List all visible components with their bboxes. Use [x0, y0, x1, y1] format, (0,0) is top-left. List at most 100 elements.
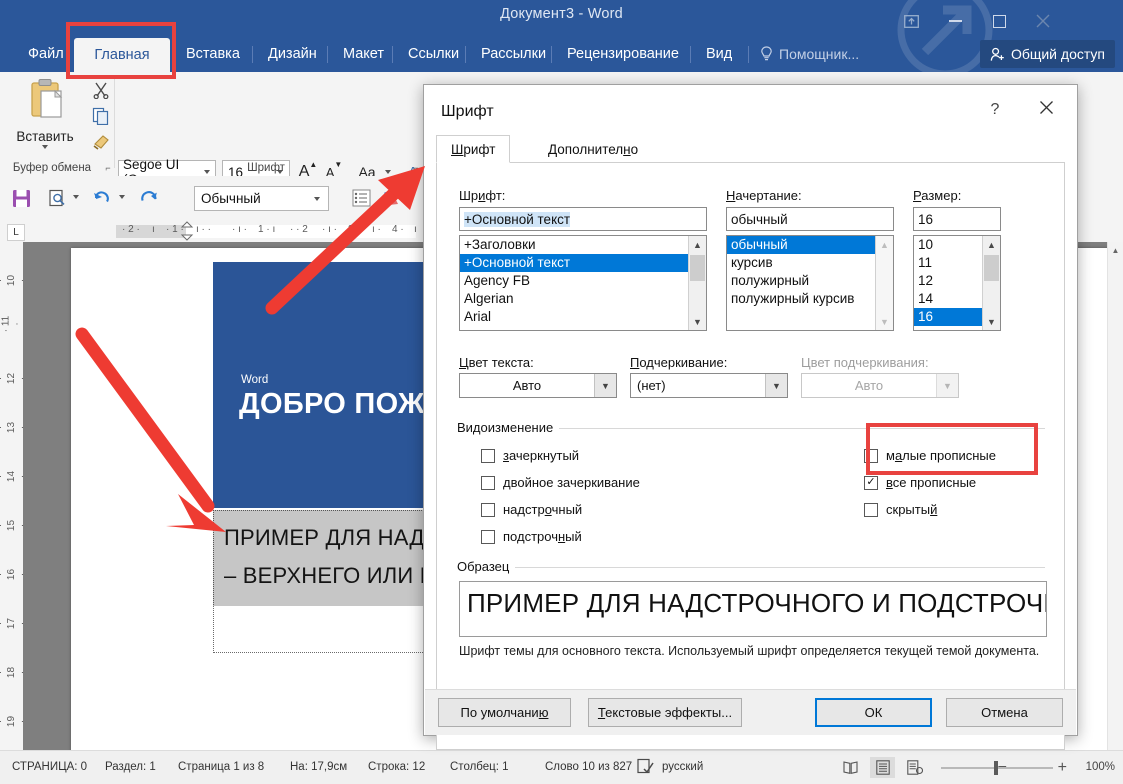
undo-caret-icon[interactable]	[116, 187, 128, 207]
dialog-tab-font[interactable]: Шрифт	[436, 135, 511, 163]
list-item[interactable]: +Заголовки	[460, 236, 706, 254]
checkbox-box[interactable]: ✓	[864, 475, 878, 490]
ribbon-display-options-icon[interactable]	[889, 8, 933, 34]
checkbox-double-strikethrough[interactable]: двойное зачеркивание	[481, 475, 640, 490]
font-size-input[interactable]: 16	[913, 207, 1001, 231]
list-item[interactable]: полужирный	[727, 272, 893, 290]
zoom-slider-thumb[interactable]	[994, 761, 998, 775]
font-size-listbox[interactable]: 10 11 12 14 16 ▲ ▼	[913, 235, 1001, 331]
scroll-thumb[interactable]	[690, 255, 705, 281]
print-preview-caret-icon[interactable]	[70, 187, 82, 207]
scroll-thumb[interactable]	[984, 255, 999, 281]
indent-markers-icon[interactable]	[180, 221, 194, 242]
list-item[interactable]: Arial	[460, 308, 706, 326]
underline-style-caret-icon[interactable]: ▼	[765, 374, 787, 397]
vertical-ruler[interactable]: · 10 ·· 11 ·· 12 ·· 13 ·· 14 ·· 15 ·· 16…	[0, 242, 28, 750]
font-list-scrollbar[interactable]: ▲ ▼	[688, 236, 706, 330]
font-name-input[interactable]: +Основной текст	[459, 207, 707, 231]
status-page-of[interactable]: Страница 1 из 8	[178, 761, 264, 773]
save-icon[interactable]	[8, 185, 34, 211]
list-item[interactable]: +Основной текст	[460, 254, 706, 272]
checkbox-box[interactable]	[864, 502, 878, 517]
checkbox-strikethrough[interactable]: зачеркнутый	[481, 448, 579, 463]
checkbox-box[interactable]	[481, 448, 495, 463]
clipboard-dialog-launcher-icon[interactable]: ⌐	[102, 162, 114, 174]
cut-icon[interactable]	[88, 78, 114, 102]
proofing-errors-icon[interactable]	[637, 758, 654, 778]
list-item[interactable]: Agency FB	[460, 272, 706, 290]
tab-references[interactable]: Ссылки	[396, 36, 471, 72]
ok-button[interactable]: ОК	[815, 698, 932, 727]
status-position[interactable]: На: 17,9см	[290, 761, 347, 773]
dialog-tab-advanced[interactable]: Дополнително	[534, 135, 652, 163]
scroll-up-icon[interactable]: ▲	[876, 236, 893, 253]
percent-icon[interactable]: %	[378, 185, 404, 211]
close-button[interactable]	[1021, 8, 1065, 34]
status-page-caps[interactable]: СТРАНИЦА: 0	[12, 761, 87, 773]
checkbox-box[interactable]	[481, 529, 495, 544]
zoom-in-button[interactable]: +	[1058, 759, 1067, 777]
scroll-down-icon[interactable]: ▼	[689, 313, 706, 330]
style-combo[interactable]: Обычный	[194, 186, 329, 211]
tab-mailings[interactable]: Рассылки	[469, 36, 558, 72]
tab-view[interactable]: Вид	[694, 36, 744, 72]
scroll-down-icon[interactable]: ▼	[876, 313, 893, 330]
text-color-combo[interactable]: Авто ▼	[459, 373, 617, 398]
redo-icon[interactable]	[136, 185, 162, 211]
list-item[interactable]: курсив	[727, 254, 893, 272]
tab-design[interactable]: Дизайн	[256, 36, 329, 72]
status-line[interactable]: Строка: 12	[368, 761, 425, 773]
help-icon[interactable]: ?	[985, 101, 1005, 119]
web-layout-icon[interactable]	[902, 757, 927, 778]
list-item[interactable]: обычный	[727, 236, 893, 254]
scroll-up-icon[interactable]: ▲	[689, 236, 706, 253]
maximize-button[interactable]	[977, 8, 1021, 34]
dialog-close-icon[interactable]	[1035, 99, 1057, 120]
tab-stop-selector[interactable]: L	[7, 224, 25, 241]
list-item[interactable]: Algerian	[460, 290, 706, 308]
status-language[interactable]: русский	[662, 761, 703, 773]
scroll-down-icon[interactable]: ▼	[983, 313, 1000, 330]
text-effects-button[interactable]: Текстовые эффекты...	[588, 698, 742, 727]
checkbox-all-caps[interactable]: ✓ все прописные	[864, 475, 976, 490]
status-words[interactable]: Слово 10 из 827	[545, 761, 632, 773]
font-name-listbox[interactable]: +Заголовки +Основной текст Agency FB Alg…	[459, 235, 707, 331]
checkbox-box[interactable]	[481, 475, 495, 490]
checkbox-box[interactable]	[864, 448, 878, 463]
paste-dropdown-caret-icon[interactable]	[42, 145, 48, 149]
font-style-input[interactable]: обычный	[726, 207, 894, 231]
cancel-button[interactable]: Отмена	[946, 698, 1063, 727]
set-default-button[interactable]: По умолчанию	[438, 698, 571, 727]
status-section[interactable]: Раздел: 1	[105, 761, 156, 773]
multilevel-list-icon[interactable]	[348, 185, 374, 211]
tab-review[interactable]: Рецензирование	[555, 36, 691, 72]
checkbox-hidden[interactable]: скрытый	[864, 502, 937, 517]
tab-file[interactable]: Файл	[16, 36, 76, 72]
format-painter-icon[interactable]	[88, 130, 114, 154]
scroll-up-icon[interactable]: ▲	[983, 236, 1000, 253]
share-button[interactable]: Общий доступ	[979, 40, 1115, 68]
text-color-caret-icon[interactable]: ▼	[594, 374, 616, 397]
font-style-listbox[interactable]: обычный курсив полужирный полужирный кур…	[726, 235, 894, 331]
scroll-up-icon[interactable]: ▲	[1108, 242, 1123, 258]
checkbox-box[interactable]	[481, 502, 495, 517]
underline-style-combo[interactable]: (нет) ▼	[630, 373, 788, 398]
zoom-level-label[interactable]: 100%	[1086, 761, 1115, 773]
style-caret-icon[interactable]	[314, 196, 320, 201]
status-column[interactable]: Столбец: 1	[450, 761, 509, 773]
tell-me-assistant[interactable]: Помощник...	[760, 36, 859, 72]
read-mode-icon[interactable]	[838, 757, 863, 778]
undo-icon[interactable]	[90, 185, 116, 211]
size-list-scrollbar[interactable]: ▲ ▼	[982, 236, 1000, 330]
list-item[interactable]: полужирный курсив	[727, 290, 893, 308]
minimize-button[interactable]	[933, 8, 977, 34]
checkbox-superscript[interactable]: надстрочный	[481, 502, 582, 517]
tab-insert[interactable]: Вставка	[174, 36, 252, 72]
print-preview-icon[interactable]	[44, 185, 70, 211]
font-dialog-launcher-icon[interactable]: ⌐	[410, 162, 422, 174]
style-list-scrollbar[interactable]: ▲ ▼	[875, 236, 893, 330]
checkbox-subscript[interactable]: подстрочный	[481, 529, 582, 544]
checkbox-small-caps[interactable]: малые прописные	[864, 448, 996, 463]
document-scrollbar[interactable]: ▲	[1107, 242, 1123, 750]
tab-layout[interactable]: Макет	[331, 36, 396, 72]
